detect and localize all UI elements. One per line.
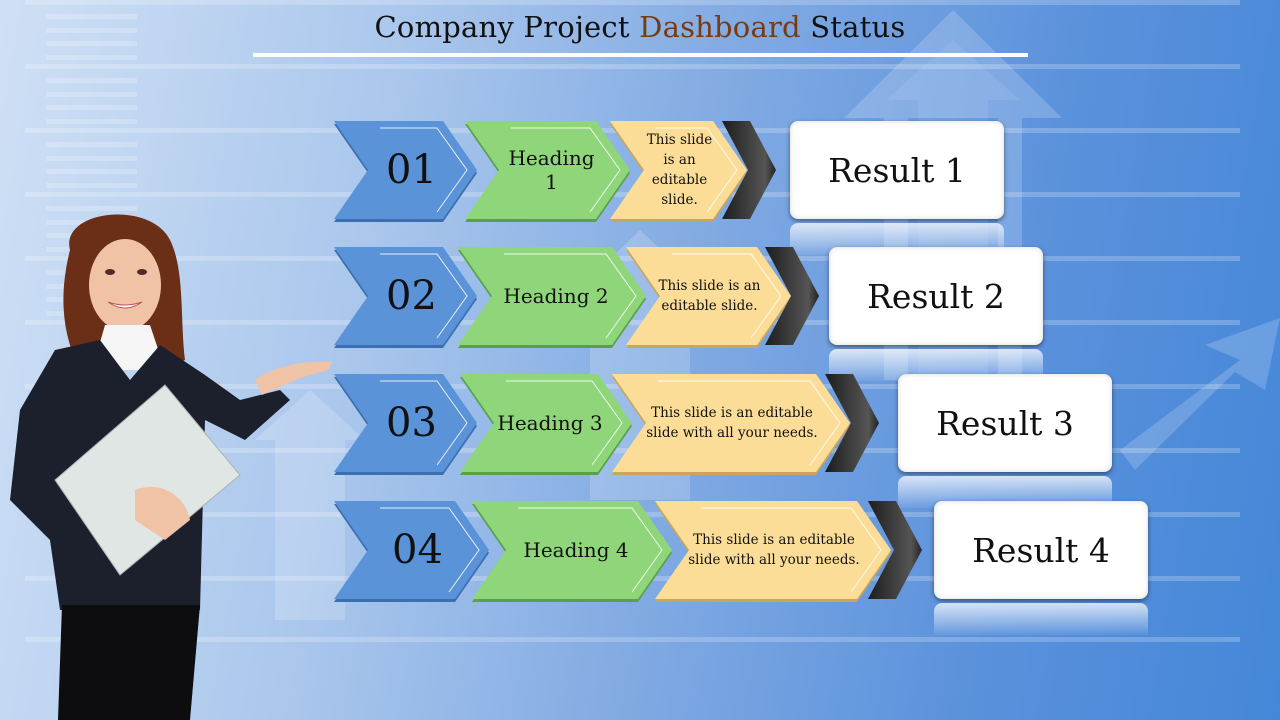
- step-number: 04: [392, 527, 443, 573]
- step-heading: Heading 1: [508, 146, 595, 194]
- heading-chevron[interactable]: Heading 1: [465, 121, 630, 222]
- result-label: Result 3: [936, 403, 1074, 443]
- description-line-1: This slide is an editable: [693, 532, 855, 548]
- step-number: 02: [386, 273, 437, 319]
- result-box[interactable]: Result 1: [790, 121, 1004, 219]
- step-heading: Heading 4: [523, 538, 629, 562]
- process-row: 03 Heading 3 This slide is an editable s…: [0, 374, 1280, 508]
- number-chevron[interactable]: 03: [334, 374, 477, 475]
- slide-title: Company Project Dashboard Status: [375, 10, 906, 44]
- number-chevron[interactable]: 01: [334, 121, 477, 222]
- description-chevron[interactable]: This slide is an editable slide with all…: [612, 374, 850, 475]
- process-row: 02 Heading 2 This slide is an editable s…: [0, 247, 1280, 381]
- step-number: 01: [386, 147, 437, 193]
- result-label: Result 2: [867, 276, 1005, 316]
- result-label: Result 4: [972, 530, 1110, 570]
- result-reflection: [934, 603, 1148, 635]
- connector-chevron-icon: [765, 247, 819, 345]
- connector-chevron-icon: [868, 501, 922, 599]
- description-line-2: editable slide.: [661, 298, 758, 314]
- title-prefix: Company Project: [374, 10, 640, 44]
- heading-chevron[interactable]: Heading 4: [472, 501, 672, 602]
- step-heading: Heading 2: [503, 284, 609, 308]
- title-accent-word: Dashboard: [639, 10, 801, 44]
- result-box[interactable]: Result 2: [829, 247, 1043, 345]
- process-row: 01 Heading 1 This slide is an editable s…: [0, 121, 1280, 255]
- title-suffix: Status: [800, 10, 906, 44]
- step-description: This slide is an editable slide with all…: [687, 501, 861, 599]
- description-line-2: editable slide.: [651, 172, 708, 208]
- number-chevron[interactable]: 04: [334, 501, 489, 602]
- number-chevron[interactable]: 02: [334, 247, 477, 348]
- slide-title-container: Company Project Dashboard Status: [0, 10, 1280, 44]
- process-row: 04 Heading 4 This slide is an editable s…: [0, 501, 1280, 635]
- step-heading: Heading 3: [497, 411, 603, 435]
- description-line-1: This slide is an editable: [651, 405, 813, 421]
- step-description: This slide is an editable slide.: [642, 121, 717, 219]
- step-number: 03: [386, 400, 437, 446]
- connector-chevron-icon: [825, 374, 879, 472]
- heading-chevron[interactable]: Heading 3: [460, 374, 632, 475]
- description-chevron[interactable]: This slide is an editable slide with all…: [655, 501, 891, 602]
- heading-chevron[interactable]: Heading 2: [458, 247, 646, 348]
- connector-chevron-icon: [722, 121, 776, 219]
- result-label: Result 1: [828, 150, 966, 190]
- description-line-1: This slide is an: [658, 278, 761, 294]
- title-underline: [253, 53, 1028, 57]
- description-line-2: slide with all your needs.: [646, 425, 818, 441]
- description-line-1: This slide is an: [646, 132, 713, 168]
- result-box[interactable]: Result 3: [898, 374, 1112, 472]
- result-box[interactable]: Result 4: [934, 501, 1148, 599]
- description-line-2: slide with all your needs.: [688, 552, 860, 568]
- step-description: This slide is an editable slide with all…: [644, 374, 820, 472]
- step-description: This slide is an editable slide.: [658, 247, 761, 345]
